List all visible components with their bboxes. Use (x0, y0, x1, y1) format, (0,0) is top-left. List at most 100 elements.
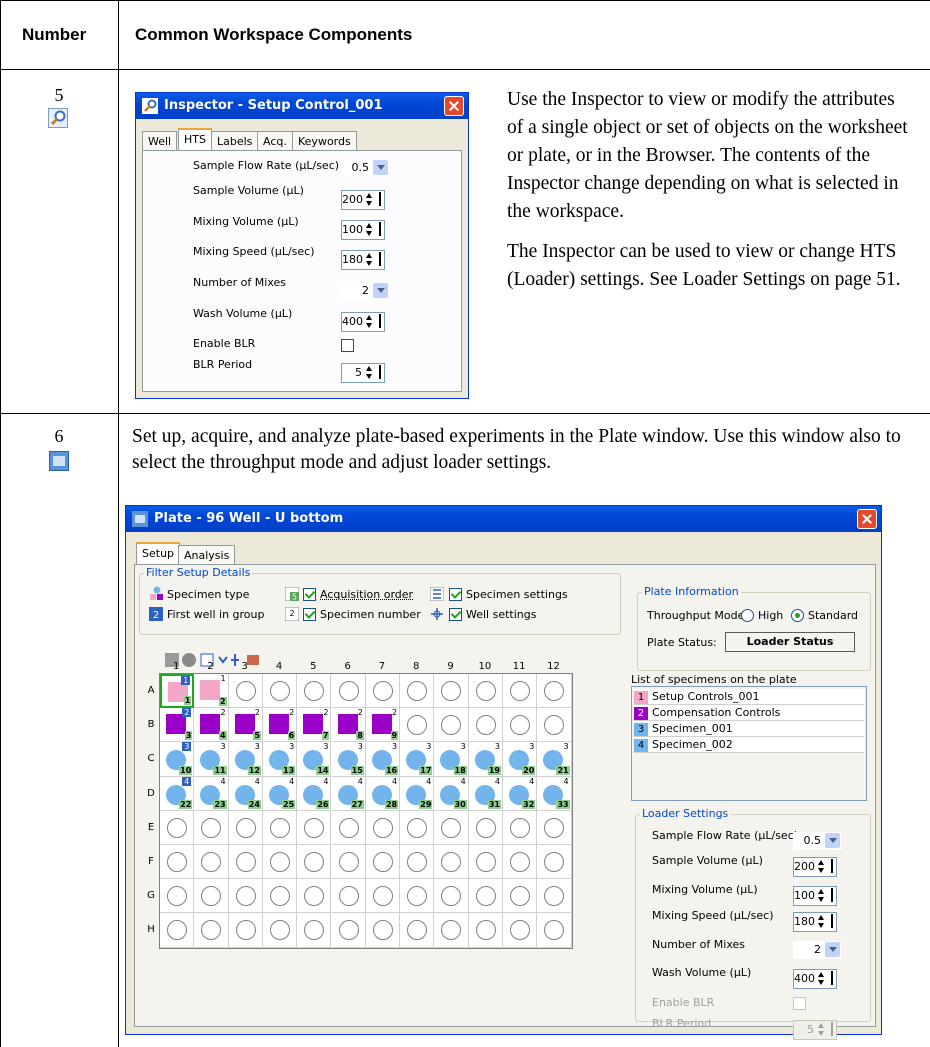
well-C7[interactable]: 3 16 (365, 742, 401, 777)
well-F4[interactable] (262, 845, 298, 880)
well-E11[interactable] (503, 810, 538, 845)
well-B3[interactable]: 25 (228, 708, 263, 743)
well-F2[interactable] (194, 845, 229, 880)
column-header[interactable]: 3 (228, 661, 262, 672)
tab-setup[interactable]: Setup (136, 542, 181, 564)
column-header[interactable]: 10 (468, 661, 502, 672)
chevron-down-icon[interactable] (373, 160, 388, 175)
well-C1[interactable]: 3 10 (160, 742, 195, 777)
well-E2[interactable] (194, 810, 229, 845)
well-H10[interactable] (468, 913, 503, 948)
well-F6[interactable] (331, 845, 366, 880)
well-E3[interactable] (228, 810, 263, 845)
well-D4[interactable]: 4 25 (262, 776, 298, 811)
well-D8[interactable]: 4 29 (400, 776, 435, 811)
well-B8[interactable] (400, 708, 435, 743)
well-G4[interactable] (262, 879, 298, 914)
row-header[interactable]: A (145, 685, 157, 696)
well-H8[interactable] (400, 913, 435, 948)
column-header[interactable]: 8 (399, 661, 433, 672)
well-A3[interactable] (228, 674, 263, 709)
well-F9[interactable] (434, 845, 469, 880)
inspector-titlebar[interactable]: Inspector - Setup Control_001 (136, 93, 468, 119)
well-H9[interactable] (434, 913, 469, 948)
well-H3[interactable] (228, 913, 263, 948)
well-H4[interactable] (262, 913, 298, 948)
row-header[interactable]: B (145, 719, 157, 730)
close-icon[interactable] (857, 509, 877, 529)
well-C4[interactable]: 3 13 (262, 742, 298, 777)
well-G6[interactable] (331, 879, 366, 914)
chevron-down-icon[interactable] (825, 942, 840, 957)
specimen-list-item[interactable]: 3 Specimen_001 (634, 721, 864, 737)
well-D6[interactable]: 4 27 (331, 776, 366, 811)
well-A7[interactable] (365, 674, 401, 709)
well-F3[interactable] (228, 845, 263, 880)
well-H1[interactable] (160, 913, 195, 948)
well-D3[interactable]: 4 24 (228, 776, 263, 811)
column-header[interactable]: 7 (365, 661, 399, 672)
well-C12[interactable]: 3 21 (537, 742, 572, 777)
well-G3[interactable] (228, 879, 263, 914)
well-B11[interactable] (503, 708, 538, 743)
row-header[interactable]: C (145, 753, 157, 764)
well-C2[interactable]: 3 11 (194, 742, 229, 777)
loader-stepper[interactable]: 400 (793, 969, 837, 989)
well-B4[interactable]: 26 (262, 708, 298, 743)
well-B2[interactable]: 24 (194, 708, 229, 743)
row-header[interactable]: F (145, 856, 157, 867)
well-H11[interactable] (503, 913, 538, 948)
well-G5[interactable] (297, 879, 332, 914)
well-E4[interactable] (262, 810, 298, 845)
specimen-list-item[interactable]: 4 Specimen_002 (634, 737, 864, 753)
row-header[interactable]: G (145, 890, 157, 901)
well-H2[interactable] (194, 913, 229, 948)
sample-volume-stepper[interactable]: 200 (341, 190, 385, 210)
mixing-volume-stepper[interactable]: 100 (341, 220, 385, 240)
well-H12[interactable] (537, 913, 572, 948)
column-header[interactable]: 11 (502, 661, 536, 672)
well-F7[interactable] (365, 845, 401, 880)
well-B7[interactable]: 29 (365, 708, 401, 743)
well-G1[interactable] (160, 879, 195, 914)
loader-stepper[interactable]: 100 (793, 886, 837, 906)
well-B10[interactable] (468, 708, 503, 743)
well-C8[interactable]: 3 17 (400, 742, 435, 777)
specimen-list-item[interactable]: 1 Setup Controls_001 (634, 689, 864, 705)
well-E6[interactable] (331, 810, 366, 845)
close-icon[interactable] (444, 96, 464, 116)
well-A9[interactable] (434, 674, 469, 709)
well-C5[interactable]: 3 14 (297, 742, 332, 777)
specimen-list-item[interactable]: 2 Compensation Controls (634, 705, 864, 721)
enable-blr-checkbox[interactable] (341, 339, 354, 352)
column-header[interactable]: 4 (262, 661, 296, 672)
well-H7[interactable] (365, 913, 401, 948)
acquisition-order-checkbox[interactable] (303, 588, 316, 601)
row-header[interactable]: E (145, 822, 157, 833)
well-G9[interactable] (434, 879, 469, 914)
well-G12[interactable] (537, 879, 572, 914)
well-D10[interactable]: 4 31 (468, 776, 503, 811)
well-B1[interactable]: 23 (160, 708, 195, 743)
well-A4[interactable] (262, 674, 298, 709)
row-header[interactable]: H (145, 924, 157, 935)
well-G8[interactable] (400, 879, 435, 914)
loader-stepper[interactable]: 180 (793, 912, 837, 932)
well-C9[interactable]: 3 18 (434, 742, 469, 777)
well-D2[interactable]: 4 23 (194, 776, 229, 811)
loader-enable-blr-checkbox[interactable] (793, 997, 806, 1010)
well-E5[interactable] (297, 810, 332, 845)
well-H6[interactable] (331, 913, 366, 948)
well-D11[interactable]: 4 32 (503, 776, 538, 811)
tab-keywords[interactable]: Keywords (292, 131, 357, 150)
well-B9[interactable] (434, 708, 469, 743)
well-F8[interactable] (400, 845, 435, 880)
well-D9[interactable]: 4 30 (434, 776, 469, 811)
mixing-speed-stepper[interactable]: 180 (341, 250, 385, 270)
well-settings-checkbox[interactable] (449, 608, 462, 621)
loader-dropdown[interactable]: 2 (793, 941, 841, 959)
loader-status-button[interactable]: Loader Status (725, 632, 855, 652)
well-C11[interactable]: 3 20 (503, 742, 538, 777)
column-header[interactable]: 9 (433, 661, 467, 672)
throughput-high-radio[interactable] (741, 609, 754, 622)
